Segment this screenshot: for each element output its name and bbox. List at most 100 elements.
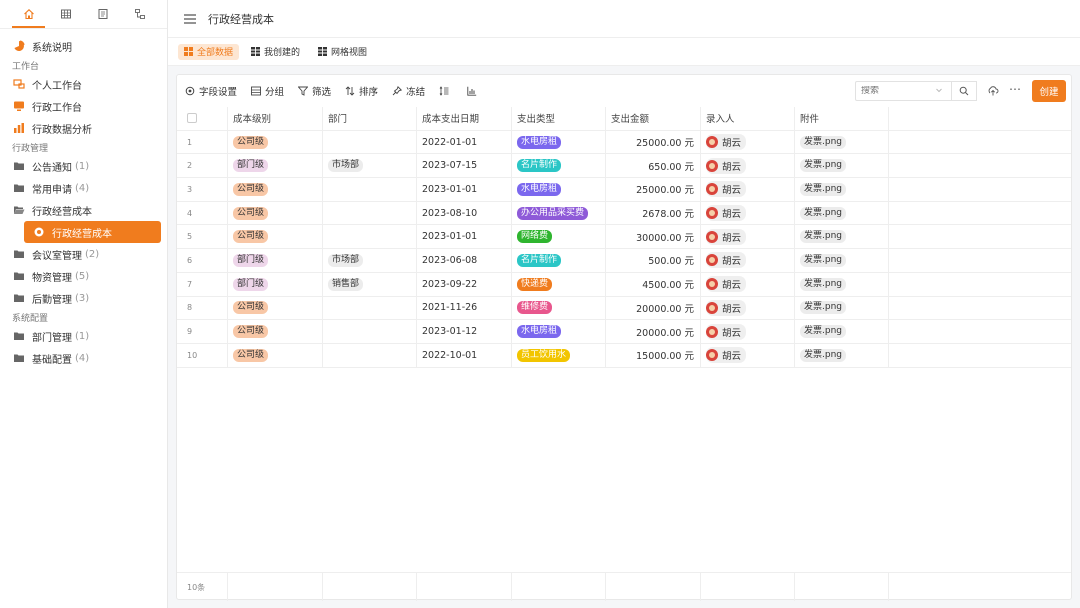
more-icon[interactable]: ⋯ [1009,82,1021,96]
cell-person[interactable]: 胡云 [701,178,795,201]
cell-attachment[interactable]: 发票.png [795,249,889,272]
cell-amount[interactable]: 20000.00 元 [606,320,701,343]
cell-amount[interactable]: 2678.00 元 [606,201,701,225]
cell-dept[interactable] [323,178,417,201]
column-header[interactable]: 支出类型 [512,107,606,130]
cell-dept[interactable] [323,225,417,249]
cell-person[interactable]: 胡云 [701,272,795,296]
cell-attachment[interactable]: 发票.png [795,272,889,296]
cell-person[interactable]: 胡云 [701,154,795,178]
cell-date[interactable]: 2023-01-01 [417,225,512,249]
attachment-chip[interactable]: 发票.png [800,206,846,220]
attachment-chip[interactable]: 发票.png [800,325,846,339]
cell-date[interactable]: 2023-01-12 [417,320,512,343]
sidebar-item[interactable]: 部门管理 (1) [0,325,167,347]
cell-date[interactable]: 2023-07-15 [417,154,512,178]
toolbar-button[interactable] [439,86,453,96]
menu-icon[interactable] [184,13,196,24]
create-button[interactable]: 创建 [1032,80,1066,102]
sidebar-item[interactable]: 物资管理 (5) [0,265,167,287]
table-row[interactable]: 5 公司级 2023-01-01 网络费 30000.00 元 胡云 发票.png [177,225,1071,250]
cell-type[interactable]: 员工饮用水 [512,343,606,367]
cell-person[interactable]: 胡云 [701,225,795,249]
table-row[interactable]: 1 公司级 2022-01-01 水电房租 25000.00 元 胡云 发票.png [177,130,1071,155]
cell-attachment[interactable]: 发票.png [795,296,889,320]
cell-level[interactable]: 公司级 [228,296,323,320]
cell-attachment[interactable]: 发票.png [795,178,889,201]
column-header[interactable]: 支出金额 [606,107,701,130]
cell-level[interactable]: 公司级 [228,201,323,225]
tab-home[interactable] [10,0,47,28]
cell-attachment[interactable]: 发票.png [795,154,889,178]
search-input[interactable] [861,86,931,96]
cell-date[interactable]: 2022-10-01 [417,343,512,367]
sidebar-item[interactable]: 个人工作台 [0,73,167,95]
sidebar-item[interactable]: 行政工作台 [0,95,167,117]
tab-flow[interactable] [121,0,158,28]
view-tab[interactable]: 全部数据 [178,43,240,60]
attachment-chip[interactable]: 发票.png [800,253,846,267]
cell-person[interactable]: 胡云 [701,320,795,343]
cell-date[interactable]: 2023-01-01 [417,178,512,201]
attachment-chip[interactable]: 发票.png [800,348,846,362]
cell-person[interactable]: 胡云 [701,249,795,272]
cell-date[interactable]: 2023-08-10 [417,201,512,225]
sidebar-item[interactable]: 行政数据分析 [0,117,167,139]
cell-amount[interactable]: 500.00 元 [606,249,701,272]
view-tab[interactable]: 网格视图 [312,44,373,60]
cell-amount[interactable]: 25000.00 元 [606,130,701,154]
table-row[interactable]: 9 公司级 2023-01-12 水电房租 20000.00 元 胡云 发票.png [177,320,1071,344]
toolbar-button[interactable]: 字段设置 [185,84,237,98]
cell-person[interactable]: 胡云 [701,130,795,154]
cell-attachment[interactable]: 发票.png [795,225,889,249]
column-header[interactable]: 部门 [323,107,417,130]
column-header[interactable]: 成本支出日期 [417,107,512,130]
sidebar-item[interactable]: 会议室管理 (2) [0,243,167,265]
cell-amount[interactable]: 25000.00 元 [606,178,701,201]
cell-amount[interactable]: 4500.00 元 [606,272,701,296]
attachment-chip[interactable]: 发票.png [800,230,846,244]
cell-type[interactable]: 水电房租 [512,178,606,201]
table-row[interactable]: 2 部门级 市场部 2023-07-15 名片制作 650.00 元 胡云 发票.png [177,154,1071,179]
cell-level[interactable]: 公司级 [228,225,323,249]
cell-date[interactable]: 2021-11-26 [417,296,512,320]
table-row[interactable]: 3 公司级 2023-01-01 水电房租 25000.00 元 胡云 发票.png [177,178,1071,202]
cell-level[interactable]: 公司级 [228,130,323,154]
cell-level[interactable]: 部门级 [228,272,323,296]
sidebar-item[interactable]: 公告通知 (1) [0,155,167,177]
cell-person[interactable]: 胡云 [701,201,795,225]
sidebar-item-active[interactable]: 行政经营成本 [24,221,161,243]
cell-type[interactable]: 名片制作 [512,154,606,178]
tab-table[interactable] [47,0,84,28]
search-field[interactable] [855,81,952,101]
attachment-chip[interactable]: 发票.png [800,159,846,173]
attachment-chip[interactable]: 发票.png [800,135,846,149]
table-row[interactable]: 7 部门级 销售部 2023-09-22 快递费 4500.00 元 胡云 发票.png [177,272,1071,297]
select-all-checkbox[interactable] [187,113,197,124]
attachment-chip[interactable]: 发票.png [800,182,846,196]
column-header[interactable]: 成本级别 [228,107,323,130]
table-row[interactable]: 8 公司级 2021-11-26 维修费 20000.00 元 胡云 发票.png [177,296,1071,321]
toolbar-button[interactable]: 排序 [345,84,378,98]
cell-attachment[interactable]: 发票.png [795,201,889,225]
toolbar-button[interactable]: 冻结 [392,84,425,98]
cell-person[interactable]: 胡云 [701,343,795,367]
cell-person[interactable]: 胡云 [701,296,795,320]
cell-type[interactable]: 办公用品采买费 [512,201,606,225]
cell-type[interactable]: 名片制作 [512,249,606,272]
cell-dept[interactable] [323,201,417,225]
column-header[interactable]: 录入人 [701,107,795,130]
column-header[interactable]: 附件 [795,107,889,130]
toolbar-button[interactable]: 筛选 [297,84,331,98]
toolbar-button[interactable] [467,86,481,96]
cell-level[interactable]: 公司级 [228,343,323,367]
search-button[interactable] [952,81,977,101]
view-tab[interactable]: 我创建的 [245,44,306,60]
toolbar-button[interactable]: 分组 [251,84,284,98]
upload-icon[interactable] [987,85,999,97]
sidebar-item[interactable]: 后勤管理 (3) [0,287,167,309]
cell-amount[interactable]: 15000.00 元 [606,343,701,367]
attachment-chip[interactable]: 发票.png [800,277,846,291]
table-row[interactable]: 6 部门级 市场部 2023-06-08 名片制作 500.00 元 胡云 发票.png [177,249,1071,273]
cell-dept[interactable]: 销售部 [323,272,417,296]
